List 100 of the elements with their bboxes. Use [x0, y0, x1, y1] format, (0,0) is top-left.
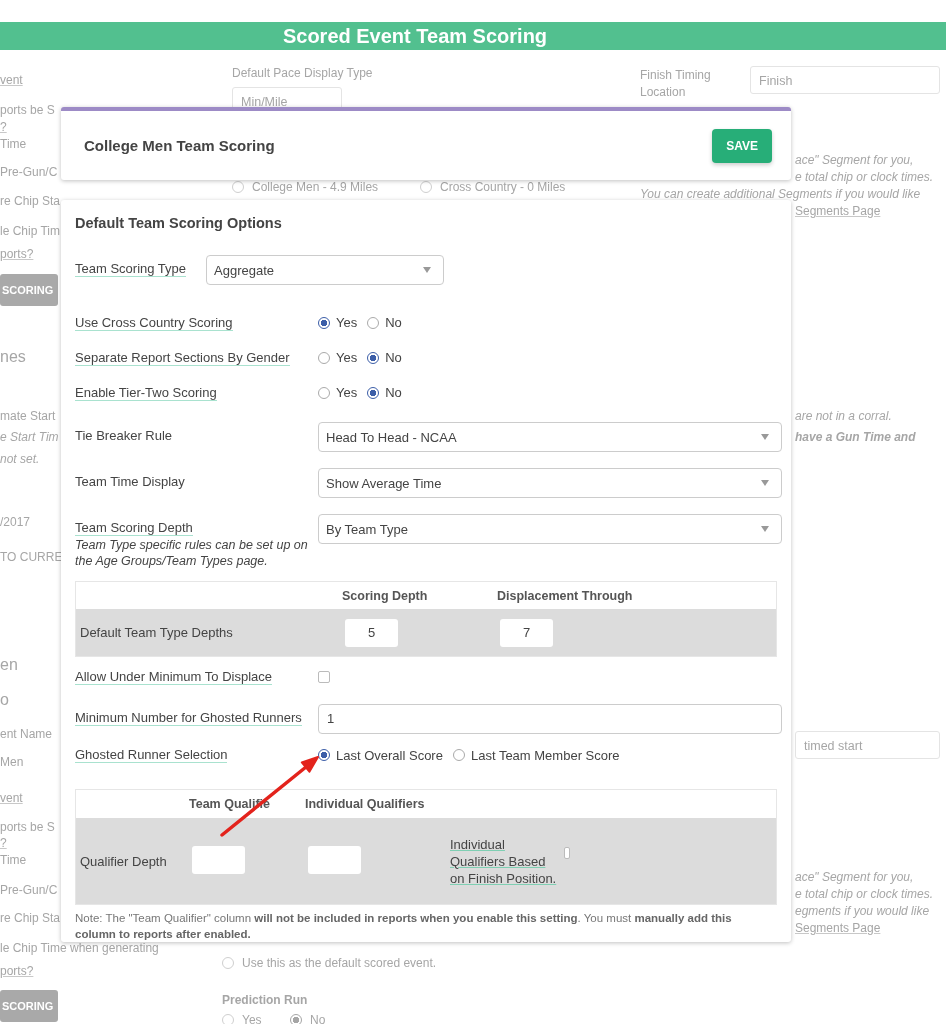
field-label: Allow Under Minimum To Displace	[75, 669, 272, 685]
link[interactable]: Segments Page	[795, 920, 881, 936]
section-title: Default Team Scoring Options	[75, 214, 283, 233]
radio-button[interactable]	[318, 351, 330, 364]
section-heading: en	[0, 655, 18, 675]
field-label: Team Time Display	[75, 474, 185, 489]
field-label: Separate Report Sections By Gender	[75, 349, 290, 366]
radio-button[interactable]	[367, 316, 380, 329]
modal-title: College Men Team Scoring	[84, 137, 275, 154]
caret-icon	[761, 526, 769, 532]
radio-button[interactable]	[290, 1014, 302, 1024]
column-header: Individual Qualifiers	[305, 797, 426, 811]
label-text: /2017	[0, 514, 31, 530]
radio-button[interactable]	[367, 351, 380, 364]
radio-button[interactable]	[452, 749, 465, 761]
label-text: Finish Timing	[640, 67, 711, 83]
select-field[interactable]: Show Average Time	[318, 468, 782, 498]
label-text: mate Start	[0, 408, 56, 424]
link[interactable]: vent	[0, 790, 23, 806]
link[interactable]: ports?	[0, 963, 34, 979]
label-text: Pre-Gun/C	[0, 164, 58, 180]
number-field[interactable]: 7	[500, 618, 553, 647]
scoring-button[interactable]: SCORING	[0, 274, 58, 306]
radio-label: No	[385, 315, 402, 330]
checkbox[interactable]	[318, 671, 330, 683]
label-text: ace" Segment for you,	[795, 152, 914, 168]
label-text: ports be S	[0, 819, 55, 835]
link[interactable]: ports?	[0, 246, 34, 262]
label-text: e total chip or clock times.	[795, 169, 934, 185]
label-text: Men	[0, 754, 24, 770]
column-header: Scoring Depth	[342, 588, 429, 603]
link[interactable]: Segments Page	[795, 203, 881, 219]
select-field[interactable]: Head To Head - NCAA	[318, 422, 782, 452]
dropdown[interactable]: timed start	[795, 731, 940, 759]
label-text: Location	[640, 84, 686, 100]
radio-label: Cross Country - 0 Miles	[440, 179, 566, 195]
link[interactable]: ?	[0, 835, 7, 851]
field-hint: Team Type specific rules can be set up on the Age Groups/Team Types page.	[75, 537, 309, 569]
field-label: Team Scoring Depth	[75, 520, 193, 536]
caret-icon	[761, 480, 769, 486]
field-label: Tie Breaker Rule	[75, 428, 173, 443]
field-label: Enable Tier-Two Scoring	[75, 384, 217, 401]
radio-label: Yes	[336, 315, 358, 330]
dropdown[interactable]: Finish	[750, 66, 940, 94]
number-field[interactable]: 5	[345, 618, 398, 647]
label-text: have a Gun Time and	[795, 429, 916, 445]
select-field[interactable]: Aggregate	[206, 255, 444, 285]
label-text: Pre-Gun/C	[0, 882, 58, 898]
radio-label: College Men - 4.9 Miles	[252, 179, 379, 195]
note-text: Note: The "Team Qualifier" column will not be included in reports when you enable this setting. You must manually add this column to reports after enabled.	[75, 911, 733, 942]
radio-label: No	[385, 385, 402, 400]
label-text: re Chip Sta	[0, 910, 61, 926]
label-text: Time	[0, 136, 27, 152]
radio-button[interactable]	[318, 749, 330, 761]
checkbox[interactable]	[563, 846, 570, 859]
column-header: Displacement Through	[497, 588, 634, 603]
label-text: e Start Tim	[0, 429, 59, 445]
scoring-button[interactable]: SCORING	[0, 990, 58, 1022]
radio-label: Yes	[336, 385, 358, 400]
section-heading: nes	[0, 347, 26, 367]
option-label: Individual Qualifiers Based on Finish Position.	[450, 835, 558, 887]
radio-label: Last Team Member Score	[470, 747, 620, 763]
select-field[interactable]: By Team Type	[318, 514, 782, 544]
field-label: Ghosted Runner Selection	[75, 747, 228, 763]
label-text: You can create additional Segments if you would like	[640, 186, 921, 202]
label-text: re Chip Sta	[0, 193, 61, 209]
page-title: Scored Event Team Scoring	[282, 24, 548, 48]
field-label: Team Scoring Type	[75, 261, 187, 277]
label-text: are not in a corral.	[795, 408, 892, 424]
label-text: not set.	[0, 451, 40, 467]
label-text: Time	[0, 852, 27, 868]
link[interactable]: vent	[0, 72, 23, 88]
number-field[interactable]	[192, 845, 245, 874]
link[interactable]: ?	[0, 119, 7, 135]
label-text: e total chip or clock times.	[795, 886, 934, 902]
caret-icon	[423, 267, 431, 273]
caret-icon	[761, 434, 769, 440]
label-text: Prediction Run	[222, 992, 308, 1008]
save-button[interactable]: SAVE	[712, 128, 772, 163]
row-label: Qualifier Depth	[80, 853, 168, 869]
label-text: TO CURRE	[0, 549, 63, 565]
number-field[interactable]	[308, 845, 361, 874]
radio-label: No	[310, 1012, 326, 1024]
radio-label: Last Overall Score	[336, 747, 443, 763]
radio-label: Use this as the default scored event.	[242, 955, 437, 971]
label-text: ent Name	[0, 726, 53, 742]
radio-button[interactable]	[367, 386, 380, 399]
radio-label: Yes	[336, 350, 358, 365]
field-label: Use Cross Country Scoring	[75, 314, 233, 331]
radio-label: Yes	[242, 1012, 262, 1024]
label-text: ace" Segment for you,	[795, 869, 914, 885]
radio-button[interactable]	[318, 386, 330, 399]
label-text: Default Pace Display Type	[232, 65, 373, 81]
row-label: Default Team Type Depths	[80, 625, 234, 640]
radio-label: No	[385, 350, 402, 365]
input-field[interactable]: 1	[318, 704, 782, 734]
label-text: ports be S	[0, 102, 55, 118]
radio-button[interactable]	[318, 316, 330, 329]
label-text: le Chip Tim	[0, 223, 61, 239]
section-heading: o	[0, 690, 9, 710]
